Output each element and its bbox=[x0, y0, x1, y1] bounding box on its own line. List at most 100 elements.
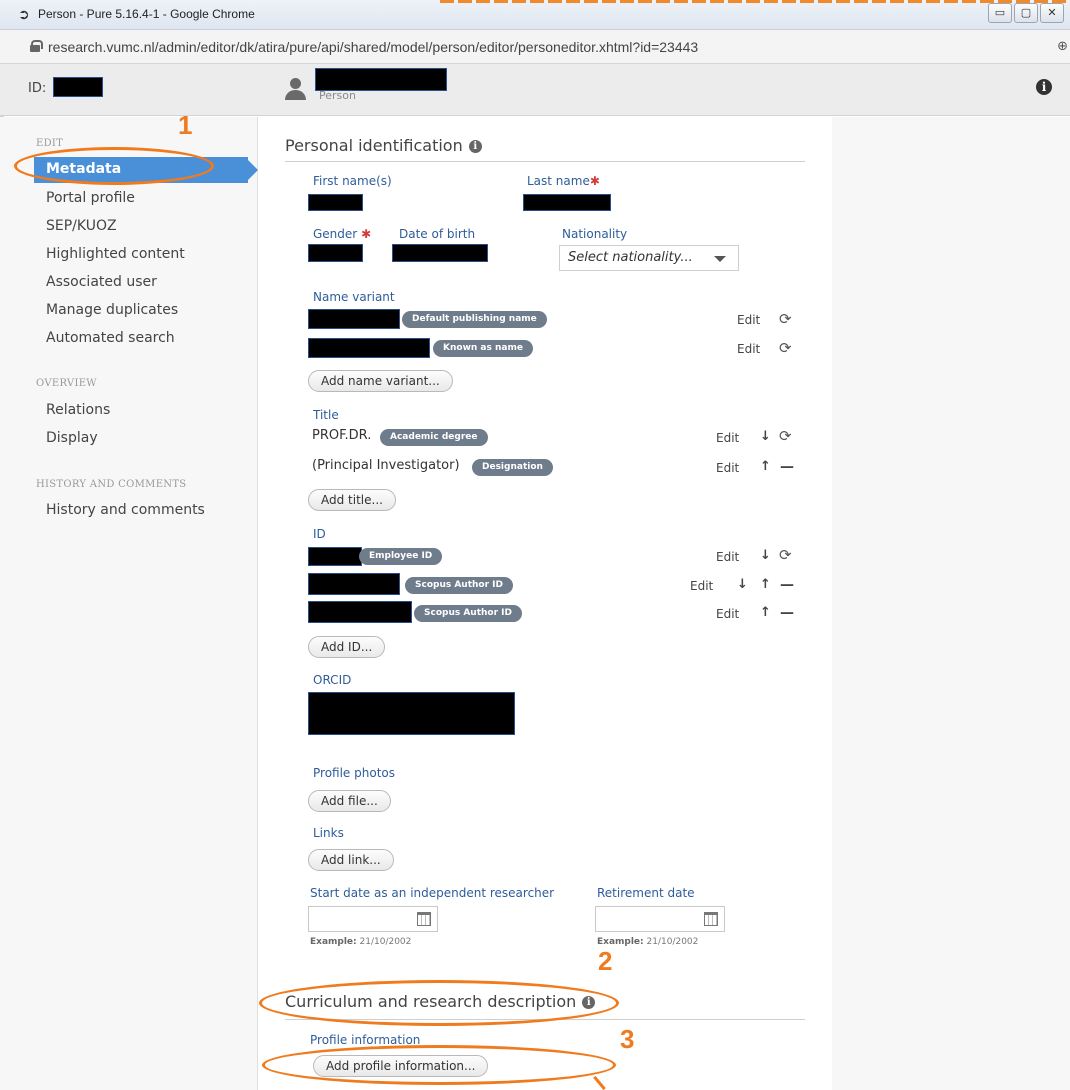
title-label: Title bbox=[313, 408, 339, 422]
annotation-ellipse-1 bbox=[14, 147, 214, 185]
edit-link[interactable]: Edit bbox=[737, 313, 760, 327]
redacted-id-value bbox=[308, 547, 362, 566]
id-type-badge: Scopus Author ID bbox=[405, 577, 513, 594]
edit-link[interactable]: Edit bbox=[716, 461, 739, 475]
id-type-badge: Scopus Author ID bbox=[414, 605, 522, 622]
redacted-name-variant bbox=[308, 338, 430, 358]
sidebar-item-sep-kuoz[interactable]: SEP/KUOZ bbox=[46, 218, 117, 234]
window-titlebar: ➲ Person - Pure 5.16.4-1 - Google Chrome… bbox=[0, 0, 1070, 30]
nationality-select-value: Select nationality... bbox=[568, 250, 693, 265]
annotation-number-1: 1 bbox=[178, 110, 193, 140]
redacted-name-variant bbox=[308, 309, 400, 329]
add-title-button[interactable]: Add title... bbox=[308, 489, 396, 511]
redacted-id-value bbox=[308, 601, 412, 623]
orcid-label: ORCID bbox=[313, 673, 352, 687]
retirement-date-input[interactable] bbox=[595, 906, 725, 932]
sidebar-item-manage-duplicates[interactable]: Manage duplicates bbox=[46, 302, 178, 318]
id-type-badge: Employee ID bbox=[359, 548, 443, 565]
window-title: Person - Pure 5.16.4-1 - Google Chrome bbox=[38, 7, 255, 21]
refresh-icon[interactable]: ⟳ bbox=[779, 546, 792, 564]
nationality-label: Nationality bbox=[562, 227, 628, 241]
calendar-icon[interactable] bbox=[704, 912, 718, 926]
start-date-input[interactable] bbox=[308, 906, 438, 932]
required-mark: ✱ bbox=[361, 227, 372, 241]
redacted-gender[interactable] bbox=[308, 244, 363, 262]
info-icon[interactable]: i bbox=[468, 140, 482, 153]
lock-icon bbox=[30, 40, 43, 52]
edit-link[interactable]: Edit bbox=[690, 579, 713, 593]
edit-link[interactable]: Edit bbox=[737, 342, 760, 356]
name-variant-badge: Known as name bbox=[433, 340, 533, 357]
chrome-app-icon: ➲ bbox=[18, 7, 30, 23]
calendar-icon[interactable] bbox=[417, 912, 431, 926]
last-name-label: Last name✱ bbox=[527, 174, 600, 188]
redacted-date-of-birth[interactable] bbox=[392, 244, 488, 262]
remove-icon[interactable]: — bbox=[780, 577, 794, 593]
address-bar[interactable]: research.vumc.nl/admin/editor/dk/atira/p… bbox=[0, 30, 1070, 64]
section-divider bbox=[285, 161, 805, 162]
personal-identification-heading: Personal identification bbox=[285, 136, 463, 155]
title-badge: Academic degree bbox=[380, 429, 488, 446]
refresh-icon[interactable]: ⟳ bbox=[779, 339, 792, 357]
sidebar-item-display[interactable]: Display bbox=[46, 430, 98, 446]
title-value: PROF.DR. bbox=[312, 428, 372, 443]
minimize-button[interactable]: ▭ bbox=[988, 3, 1012, 23]
title-value: (Principal Investigator) bbox=[312, 458, 460, 473]
redacted-last-name[interactable] bbox=[523, 194, 611, 211]
move-up-icon[interactable]: ↑ bbox=[760, 605, 771, 620]
sidebar-item-history-and-comments[interactable]: History and comments bbox=[46, 502, 205, 518]
sidebar-item-automated-search[interactable]: Automated search bbox=[46, 330, 175, 346]
move-down-icon[interactable]: ↓ bbox=[760, 548, 771, 563]
edit-link[interactable]: Edit bbox=[716, 550, 739, 564]
sidebar-item-portal-profile[interactable]: Portal profile bbox=[46, 190, 135, 206]
links-label: Links bbox=[313, 826, 344, 840]
zoom-icon[interactable]: ⊕ bbox=[1057, 39, 1068, 54]
annotation-top-stroke bbox=[440, 0, 1070, 3]
refresh-icon[interactable]: ⟳ bbox=[779, 310, 792, 328]
example-prefix: Example: bbox=[310, 937, 357, 947]
sidebar-section-overview: OVERVIEW bbox=[36, 378, 97, 389]
required-mark: ✱ bbox=[589, 174, 600, 188]
move-up-icon[interactable]: ↑ bbox=[760, 459, 771, 474]
redacted-orcid[interactable] bbox=[308, 692, 515, 735]
window-controls: ▭ ▢ ✕ bbox=[988, 3, 1064, 25]
maximize-button[interactable]: ▢ bbox=[1014, 3, 1038, 23]
dob-label: Date of birth bbox=[399, 227, 476, 241]
url-text[interactable]: research.vumc.nl/admin/editor/dk/atira/p… bbox=[48, 39, 698, 55]
refresh-icon[interactable]: ⟳ bbox=[779, 427, 792, 445]
edit-link[interactable]: Edit bbox=[716, 607, 739, 621]
sidebar-item-relations[interactable]: Relations bbox=[46, 402, 110, 418]
add-link-button[interactable]: Add link... bbox=[308, 849, 394, 871]
right-pane bbox=[832, 117, 1070, 1090]
start-date-label: Start date as an independent researcher bbox=[310, 886, 555, 900]
redacted-first-name[interactable] bbox=[308, 194, 363, 211]
person-icon bbox=[284, 78, 306, 100]
move-down-icon[interactable]: ↓ bbox=[737, 577, 748, 592]
annotation-ellipse-3 bbox=[262, 1045, 616, 1085]
redacted-id bbox=[53, 77, 103, 97]
chevron-down-icon bbox=[714, 256, 726, 262]
move-up-icon[interactable]: ↑ bbox=[760, 577, 771, 592]
edit-link[interactable]: Edit bbox=[716, 431, 739, 445]
info-icon[interactable]: i bbox=[1036, 79, 1052, 95]
last-name-label-text: Last name bbox=[527, 174, 590, 188]
sidebar-section-edit: EDIT bbox=[36, 138, 64, 149]
nationality-select[interactable]: Select nationality... bbox=[559, 245, 739, 271]
title-badge: Designation bbox=[472, 459, 553, 476]
sidebar-item-associated-user[interactable]: Associated user bbox=[46, 274, 157, 290]
first-name-label: First name(s) bbox=[313, 174, 392, 188]
move-down-icon[interactable]: ↓ bbox=[760, 429, 771, 444]
remove-icon[interactable]: — bbox=[780, 605, 794, 621]
annotation-number-2: 2 bbox=[598, 946, 613, 976]
example-value: 21/10/2002 bbox=[646, 937, 699, 947]
retirement-date-label: Retirement date bbox=[597, 886, 695, 900]
add-file-button[interactable]: Add file... bbox=[308, 790, 391, 812]
remove-icon[interactable]: — bbox=[780, 459, 794, 475]
personal-identification-title: Personal identification i bbox=[285, 136, 482, 155]
gender-label-text: Gender bbox=[313, 227, 358, 241]
editor-sidebar bbox=[0, 117, 258, 1090]
close-button[interactable]: ✕ bbox=[1040, 3, 1064, 23]
sidebar-item-highlighted-content[interactable]: Highlighted content bbox=[46, 246, 185, 262]
add-id-button[interactable]: Add ID... bbox=[308, 636, 386, 658]
add-name-variant-button[interactable]: Add name variant... bbox=[308, 370, 453, 392]
